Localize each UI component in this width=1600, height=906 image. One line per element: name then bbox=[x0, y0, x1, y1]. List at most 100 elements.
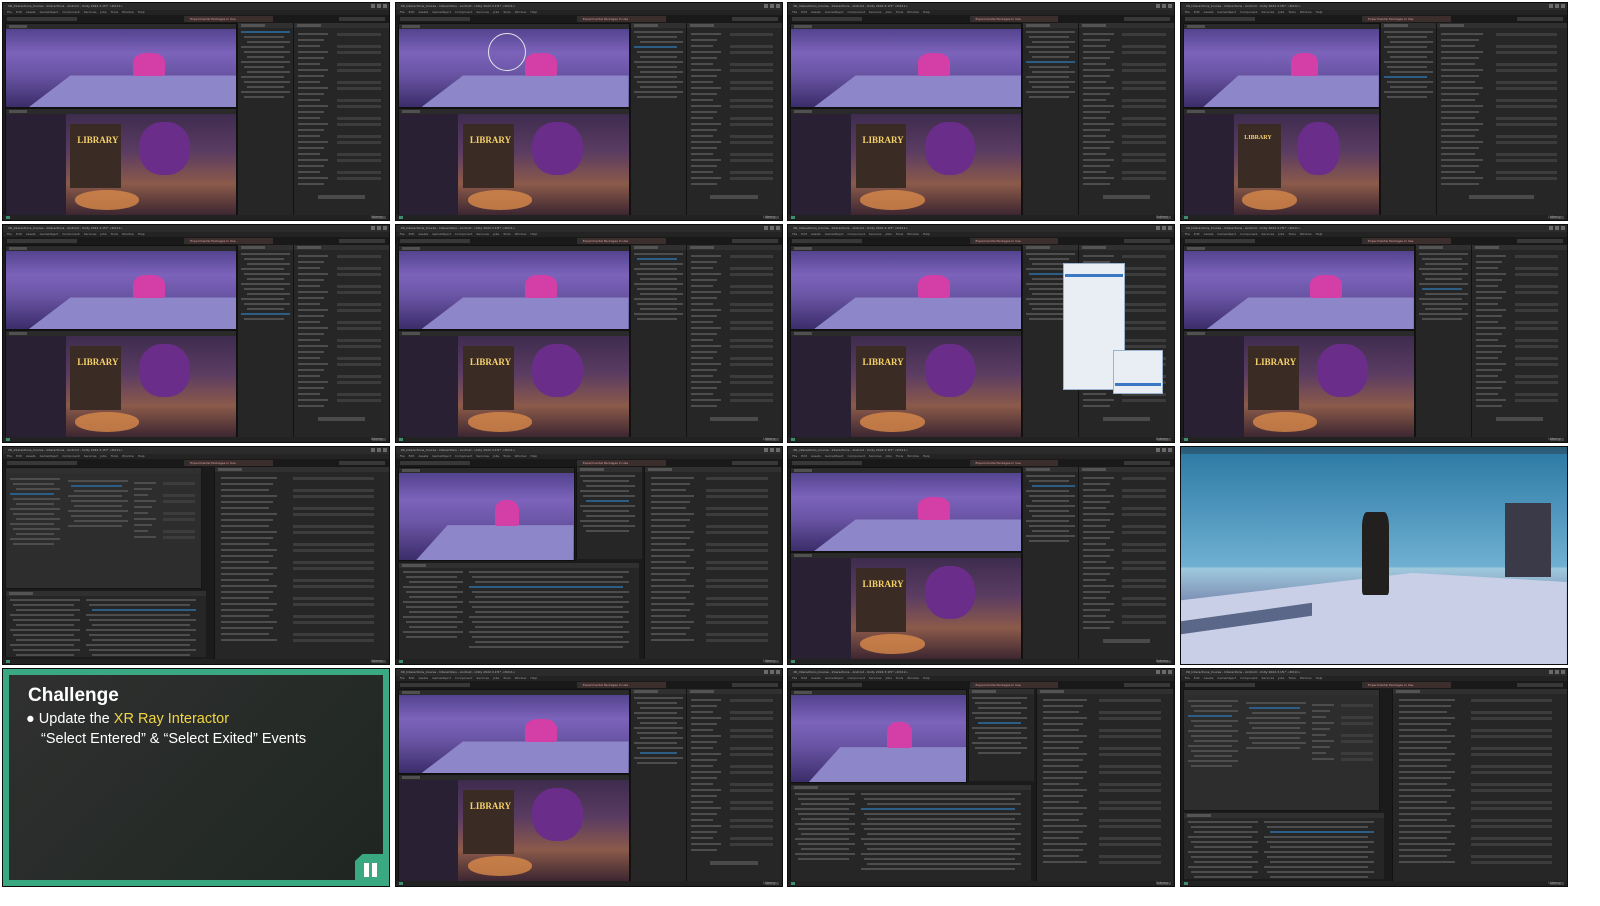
hierarchy-row[interactable] bbox=[585, 515, 635, 517]
hierarchy-row[interactable] bbox=[1190, 826, 1252, 828]
window-controls[interactable] bbox=[369, 226, 387, 231]
hierarchy-row[interactable] bbox=[1026, 76, 1070, 78]
hierarchy-row[interactable] bbox=[10, 644, 74, 646]
inspector-field[interactable] bbox=[729, 122, 774, 126]
hierarchy-row[interactable] bbox=[861, 868, 1016, 870]
maximize-icon[interactable] bbox=[377, 448, 381, 452]
inspector-field[interactable] bbox=[337, 104, 381, 108]
inspector-field[interactable] bbox=[1471, 764, 1552, 768]
hierarchy-row[interactable] bbox=[1187, 730, 1238, 732]
hierarchy-row[interactable] bbox=[1187, 821, 1258, 823]
inspector-field[interactable] bbox=[706, 584, 769, 588]
inspector-field[interactable] bbox=[1514, 290, 1559, 294]
inspector-field[interactable] bbox=[1098, 734, 1161, 738]
inspector-field[interactable] bbox=[1340, 703, 1373, 707]
hierarchy-row[interactable] bbox=[408, 596, 457, 598]
hierarchy-row[interactable] bbox=[244, 81, 290, 83]
view-tab[interactable] bbox=[9, 247, 27, 250]
hierarchy-row[interactable] bbox=[468, 571, 629, 573]
hierarchy-row[interactable] bbox=[864, 828, 1016, 830]
hierarchy-row[interactable] bbox=[636, 258, 677, 260]
window-controls[interactable] bbox=[1154, 670, 1173, 675]
hierarchy-row[interactable] bbox=[1383, 61, 1433, 63]
inspector-field[interactable] bbox=[337, 140, 381, 144]
hierarchy-row[interactable] bbox=[579, 505, 635, 507]
hierarchy-row[interactable] bbox=[468, 646, 623, 648]
video-thumbnail-6[interactable]: XR_Interactions_Course - Interactions - … bbox=[394, 224, 783, 443]
hierarchy-row[interactable] bbox=[68, 525, 122, 527]
view-tab[interactable] bbox=[794, 247, 813, 250]
hierarchy-row[interactable] bbox=[68, 480, 128, 482]
video-thumbnail-4[interactable]: XR_Interactions_Course - Interactions - … bbox=[1179, 2, 1568, 221]
inspector-field[interactable] bbox=[729, 170, 774, 174]
hierarchy-row[interactable] bbox=[16, 639, 80, 641]
hierarchy-row[interactable] bbox=[861, 838, 1016, 840]
close-icon[interactable] bbox=[383, 448, 387, 452]
hierarchy-row[interactable] bbox=[1026, 46, 1070, 48]
hierarchy-row[interactable] bbox=[795, 853, 856, 855]
video-thumbnail-14[interactable]: XR_Interactions_Course - Interactions - … bbox=[394, 668, 783, 887]
inspector-field[interactable] bbox=[162, 499, 195, 503]
hierarchy-row[interactable] bbox=[1190, 705, 1232, 707]
inspector-field[interactable] bbox=[337, 116, 381, 120]
experimental-packages-badge[interactable]: Experimental Packages In Use bbox=[973, 16, 1059, 22]
hierarchy-row[interactable] bbox=[408, 626, 457, 628]
scene-view[interactable] bbox=[1182, 245, 1415, 330]
hierarchy-row[interactable] bbox=[1418, 253, 1468, 255]
hierarchy-row[interactable] bbox=[639, 56, 677, 58]
inspector-field[interactable] bbox=[1098, 788, 1161, 792]
inspector-field[interactable] bbox=[337, 362, 381, 366]
tool-group[interactable] bbox=[7, 17, 77, 21]
hierarchy-row[interactable] bbox=[975, 702, 1022, 704]
hierarchy-row[interactable] bbox=[247, 71, 290, 73]
inspector-field[interactable] bbox=[337, 392, 381, 396]
inspector-field[interactable] bbox=[729, 104, 774, 108]
inspector-field[interactable] bbox=[293, 476, 374, 480]
add-component-button[interactable] bbox=[1469, 195, 1535, 199]
inspector-field[interactable] bbox=[1514, 374, 1559, 378]
view-tab[interactable] bbox=[794, 110, 813, 113]
inspector-field[interactable] bbox=[337, 134, 381, 138]
hierarchy-row[interactable] bbox=[639, 41, 683, 43]
close-icon[interactable] bbox=[775, 448, 780, 452]
hierarchy-row[interactable] bbox=[1026, 475, 1076, 477]
hierarchy-row[interactable] bbox=[244, 303, 290, 305]
hierarchy-row[interactable] bbox=[1418, 313, 1468, 315]
hierarchy-row[interactable] bbox=[241, 283, 290, 285]
game-view[interactable]: LIBRARY bbox=[1182, 108, 1380, 217]
experimental-packages-badge[interactable]: Experimental Packages In Use bbox=[580, 238, 666, 244]
hierarchy-row[interactable] bbox=[1029, 525, 1076, 527]
inspector-field[interactable] bbox=[337, 98, 381, 102]
add-component-button[interactable] bbox=[1102, 417, 1151, 421]
hierarchy-row[interactable] bbox=[1266, 856, 1368, 858]
inspector-field[interactable] bbox=[1122, 62, 1166, 66]
maximize-icon[interactable] bbox=[1554, 670, 1559, 674]
tool-group[interactable] bbox=[399, 17, 470, 21]
hierarchy-row[interactable] bbox=[1190, 735, 1232, 737]
view-tab[interactable] bbox=[1186, 247, 1205, 250]
hierarchy-row[interactable] bbox=[1193, 846, 1252, 848]
inspector-field[interactable] bbox=[1471, 698, 1552, 702]
hierarchy-row[interactable] bbox=[864, 798, 1016, 800]
close-icon[interactable] bbox=[1560, 226, 1565, 230]
view-tab[interactable] bbox=[794, 554, 813, 557]
panel-tab[interactable] bbox=[1418, 246, 1443, 249]
inspector-field[interactable] bbox=[706, 512, 769, 516]
inspector-field[interactable] bbox=[729, 752, 774, 756]
hierarchy-row[interactable] bbox=[636, 96, 677, 98]
hierarchy-row[interactable] bbox=[1190, 856, 1252, 858]
inspector-field[interactable] bbox=[1471, 842, 1552, 846]
inspector-field[interactable] bbox=[706, 494, 769, 498]
hierarchy-row[interactable] bbox=[798, 828, 850, 830]
hierarchy-row[interactable] bbox=[1193, 831, 1258, 833]
hierarchy-row[interactable] bbox=[1383, 31, 1433, 33]
hierarchy-row[interactable] bbox=[1418, 283, 1468, 285]
inspector-field[interactable] bbox=[337, 374, 381, 378]
inspector-field[interactable] bbox=[1098, 698, 1161, 702]
hierarchy-row[interactable] bbox=[1386, 96, 1427, 98]
hierarchy-row[interactable] bbox=[86, 644, 190, 646]
inspector-field[interactable] bbox=[337, 254, 381, 258]
hierarchy-row[interactable] bbox=[1190, 765, 1232, 767]
hierarchy-row[interactable] bbox=[89, 649, 196, 651]
inspector-field[interactable] bbox=[729, 272, 774, 276]
